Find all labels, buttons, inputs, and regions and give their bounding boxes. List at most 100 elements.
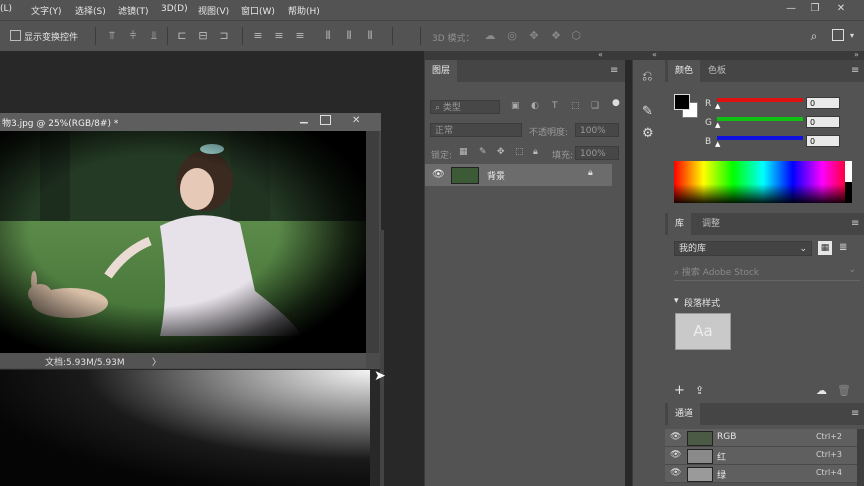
second-document-canvas[interactable] bbox=[0, 370, 370, 486]
3d-roll-icon[interactable]: ◎ bbox=[506, 30, 518, 42]
distribute-bottom-icon[interactable]: ≡ bbox=[294, 30, 306, 42]
tab-libraries[interactable]: 库 bbox=[668, 213, 692, 235]
filter-shape-icon[interactable]: ⬚ bbox=[571, 101, 580, 111]
menu-filter[interactable]: 滤镜(T) bbox=[118, 4, 149, 17]
fill-input[interactable]: 100% bbox=[575, 146, 619, 160]
channel-row-red[interactable]: 👁︎ 红 Ctrl+3 bbox=[665, 447, 864, 465]
canvas-photo[interactable] bbox=[0, 131, 366, 353]
eye-icon[interactable]: 👁︎ bbox=[670, 450, 681, 460]
panel-menu-icon[interactable]: ≡ bbox=[851, 218, 859, 229]
align-top-icon[interactable]: ⫪ bbox=[106, 30, 118, 42]
3d-slide-icon[interactable]: ❖ bbox=[550, 30, 562, 42]
align-left-icon[interactable]: ⊏ bbox=[176, 30, 188, 42]
upload-icon[interactable]: ⇪ bbox=[695, 384, 704, 397]
channels-scrollbar[interactable] bbox=[857, 429, 864, 486]
search-icon[interactable]: ⌕ bbox=[808, 30, 820, 42]
stock-search-field[interactable]: ⌕ 搜索 Adobe Stock ⌄ bbox=[674, 265, 860, 281]
doc-close-icon[interactable]: ✕ bbox=[352, 115, 360, 126]
red-slider-track[interactable] bbox=[717, 98, 803, 102]
filter-type-icon[interactable]: T bbox=[552, 101, 558, 111]
eye-icon[interactable]: 👁︎ bbox=[670, 468, 681, 478]
align-vcenter-icon[interactable]: ⫩ bbox=[127, 30, 139, 42]
3d-orbit-icon[interactable]: ☁ bbox=[484, 30, 496, 42]
align-hcenter-icon[interactable]: ⊟ bbox=[197, 30, 209, 42]
channel-row-green[interactable]: 👁︎ 绿 Ctrl+4 bbox=[665, 465, 864, 483]
grid-view-icon[interactable]: ▦ bbox=[818, 241, 832, 255]
close-icon[interactable]: ✕ bbox=[834, 3, 848, 15]
add-icon[interactable]: + bbox=[674, 383, 685, 398]
adjust-icon[interactable]: ⚙ bbox=[642, 126, 654, 141]
red-value-input[interactable]: 0 bbox=[806, 97, 840, 109]
chevron-down-icon[interactable]: ▾ bbox=[850, 31, 854, 40]
panel-menu-icon[interactable]: ≡ bbox=[610, 65, 618, 76]
lock-position-icon[interactable]: ✥ bbox=[497, 147, 505, 157]
lock-paint-icon[interactable]: ✎ bbox=[479, 147, 487, 157]
filter-pixel-icon[interactable]: ▣ bbox=[511, 101, 520, 111]
tab-layers[interactable]: 图层 bbox=[425, 60, 458, 82]
menu-3d[interactable]: 3D(D) bbox=[161, 4, 188, 14]
align-bottom-icon[interactable]: ⫫ bbox=[148, 30, 160, 42]
trash-icon[interactable]: 🗑︎ bbox=[837, 384, 851, 397]
brush-icon[interactable]: ✎ bbox=[642, 104, 653, 119]
document-tab[interactable]: 物3.jpg @ 25%(RGB/8#) * ▁ ✕ bbox=[0, 113, 381, 131]
color-spectrum[interactable] bbox=[674, 161, 852, 203]
blue-slider-track[interactable] bbox=[717, 136, 803, 140]
list-view-icon[interactable]: ≣ bbox=[839, 242, 847, 253]
status-menu-arrow-icon[interactable]: 〉 bbox=[152, 355, 161, 368]
paragraph-style-sample[interactable]: Aa bbox=[675, 313, 731, 350]
section-toggle-icon[interactable]: ▾ bbox=[674, 296, 679, 306]
collapse-icon[interactable]: « bbox=[652, 50, 657, 59]
menu-view[interactable]: 视图(V) bbox=[198, 4, 229, 17]
eye-icon[interactable]: 👁︎ bbox=[670, 432, 681, 442]
menu-help[interactable]: 帮助(H) bbox=[288, 4, 320, 17]
opacity-input[interactable]: 100% bbox=[575, 123, 619, 137]
slider-thumb-icon[interactable]: ▲ bbox=[715, 102, 720, 110]
tab-color[interactable]: 颜色 bbox=[668, 60, 701, 82]
green-value-input[interactable]: 0 bbox=[806, 116, 840, 128]
distribute-left-icon[interactable]: ⦀ bbox=[322, 30, 334, 42]
3d-pan-icon[interactable]: ✥ bbox=[528, 30, 540, 42]
collapse-icon[interactable]: « bbox=[598, 50, 603, 59]
lock-transparent-icon[interactable]: ▦ bbox=[459, 147, 468, 157]
distribute-top-icon[interactable]: ≡ bbox=[252, 30, 264, 42]
filter-adjustment-icon[interactable]: ◐ bbox=[531, 101, 539, 111]
minimize-icon[interactable]: — bbox=[784, 3, 798, 15]
panel-menu-icon[interactable]: ≡ bbox=[851, 65, 859, 76]
layer-filter-select[interactable]: ⌕ 类型 bbox=[430, 100, 500, 114]
doc-maximize-icon[interactable] bbox=[320, 115, 331, 125]
lock-artboard-icon[interactable]: ⬚ bbox=[515, 147, 524, 157]
menu-type[interactable]: 文字(Y) bbox=[31, 4, 62, 17]
tab-channels[interactable]: 通道 bbox=[668, 403, 701, 425]
tab-adjustments[interactable]: 调整 bbox=[695, 213, 727, 235]
align-right-icon[interactable]: ⊐ bbox=[218, 30, 230, 42]
restore-icon[interactable]: ❐ bbox=[808, 3, 822, 15]
slider-thumb-icon[interactable]: ▲ bbox=[715, 140, 720, 148]
history-icon[interactable]: ⎌ bbox=[642, 69, 652, 84]
blue-value-input[interactable]: 0 bbox=[806, 135, 840, 147]
3d-scale-icon[interactable]: ⬡ bbox=[570, 30, 582, 42]
cloud-sync-icon[interactable]: ☁ bbox=[816, 384, 827, 397]
slider-thumb-icon[interactable]: ▲ bbox=[715, 121, 720, 129]
filter-toggle-icon[interactable]: ● bbox=[612, 98, 620, 108]
blend-mode-select[interactable]: 正常 bbox=[430, 123, 522, 137]
distribute-hcenter-icon[interactable]: ⦀ bbox=[343, 30, 355, 42]
green-slider-track[interactable] bbox=[717, 117, 803, 121]
panel-menu-icon[interactable]: ≡ bbox=[851, 408, 859, 419]
menu-layer[interactable]: (L) bbox=[0, 4, 12, 14]
menu-window[interactable]: 窗口(W) bbox=[241, 4, 275, 17]
layer-row-background[interactable]: 👁︎ 背景 🔒︎ bbox=[425, 164, 612, 186]
white-swatch[interactable] bbox=[845, 161, 852, 182]
layer-name[interactable]: 背景 bbox=[487, 169, 505, 182]
vertical-scrollbar[interactable] bbox=[366, 131, 379, 353]
tab-swatches[interactable]: 色板 bbox=[701, 60, 733, 82]
distribute-vcenter-icon[interactable]: ≡ bbox=[273, 30, 285, 42]
library-select[interactable]: 我的库 ⌄ bbox=[674, 241, 812, 256]
distribute-right-icon[interactable]: ⦀ bbox=[364, 30, 376, 42]
channel-row-rgb[interactable]: 👁︎ RGB Ctrl+2 bbox=[665, 429, 864, 447]
doc-minimize-icon[interactable]: ▁ bbox=[300, 113, 308, 124]
black-swatch[interactable] bbox=[845, 182, 852, 203]
eye-icon[interactable]: 👁︎ bbox=[432, 169, 445, 180]
menu-select[interactable]: 选择(S) bbox=[75, 4, 106, 17]
filter-smart-icon[interactable]: ❏ bbox=[591, 101, 599, 111]
lock-all-icon[interactable]: 🔒︎ bbox=[533, 147, 538, 157]
